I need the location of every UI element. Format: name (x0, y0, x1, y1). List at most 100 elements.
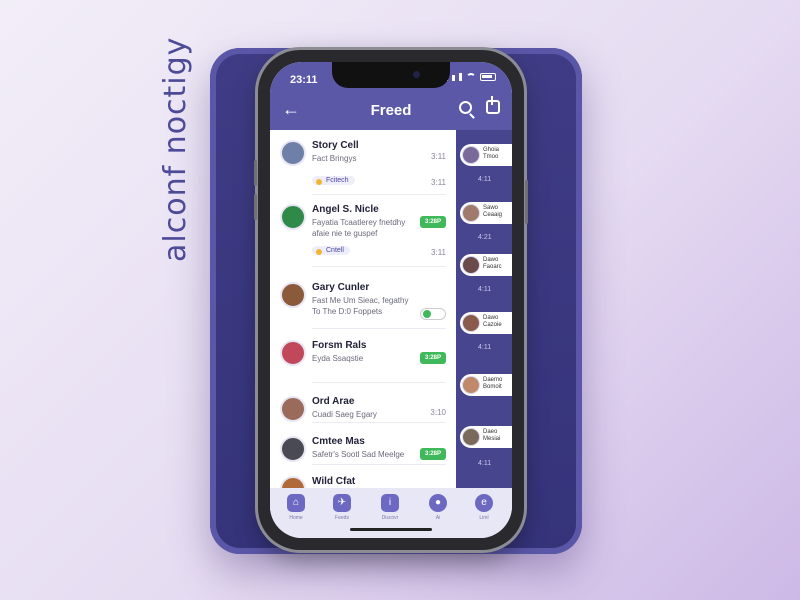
search-icon[interactable] (459, 101, 472, 114)
avatar (280, 396, 306, 422)
avatar (462, 146, 480, 164)
avatar (462, 256, 480, 274)
avatar (462, 428, 480, 446)
side-contact-card[interactable]: Daemo Bomoit (460, 374, 512, 396)
info-icon: i (381, 494, 399, 512)
status-icons (445, 73, 496, 81)
chat-name: Angel S. Nicle (312, 204, 379, 215)
toggle-switch[interactable] (420, 308, 446, 320)
side-contact-card[interactable]: Daeo Mesiai (460, 426, 512, 448)
page-title: Freed (370, 102, 412, 119)
avatar (280, 436, 306, 462)
divider (312, 382, 446, 383)
divider (312, 464, 446, 465)
status-time: 23:11 (290, 74, 318, 86)
chat-icon: ● (429, 494, 447, 512)
avatar (280, 282, 306, 308)
chat-preview: Cuadi Saeg Egary (312, 410, 377, 419)
battery-icon (480, 73, 496, 81)
chat-row[interactable]: Angel S. Nicle Fayatia Tcaatlerey fnetdh… (270, 194, 456, 250)
stand-side-text: alconf noctigy (158, 36, 193, 262)
status-badge: 3:28P (420, 216, 446, 228)
chat-preview: Fast Me Um Sieac, fegathy (312, 296, 409, 305)
side-time: 4:21 (478, 234, 492, 241)
tab-label: Ai (435, 515, 441, 521)
side-card-label: Daemo Bomoit (483, 377, 503, 390)
chat-list: Story Cell Fact Bringys 3:11 Fcitech 3:1… (270, 130, 456, 488)
tag-time: 3:11 (431, 178, 446, 187)
avatar (462, 314, 480, 332)
tag-row[interactable]: Fcitech 3:11 (312, 174, 446, 192)
chat-time: 3:10 (430, 408, 446, 417)
chat-name: Gary Cunler (312, 282, 370, 293)
avatar (280, 476, 306, 488)
side-time: 4:11 (478, 286, 492, 293)
chat-name: Story Cell (312, 140, 359, 151)
tab-feeds[interactable]: ✈ Feeds (322, 494, 362, 530)
signal-icon (452, 75, 455, 81)
side-contact-card[interactable]: Dawo Cazoie (460, 312, 512, 334)
chat-time: 3:11 (431, 152, 446, 161)
status-badge: 3:28P (420, 448, 446, 460)
wifi-icon (466, 73, 476, 81)
tag-row[interactable]: Cntell 3:11 (312, 244, 446, 262)
side-card-label: Ghoia Tmoo (483, 147, 500, 160)
phone-screen: 23:11 ← Freed Story Cell Fact Bringys 3:… (270, 62, 512, 538)
tag-time: 3:11 (431, 248, 446, 257)
side-contact-card[interactable]: Sawo Ceaaig (460, 202, 512, 224)
status-badge: 3:28P (420, 352, 446, 364)
volume-down-button (254, 194, 257, 220)
profile-icon: e (475, 494, 493, 512)
divider (312, 422, 446, 423)
volume-up-button (254, 160, 257, 186)
chat-row[interactable]: Forsm Rals Eyda Ssaqstie 3:28P (270, 330, 456, 386)
notch (332, 62, 450, 88)
tag-chip[interactable]: Cntell (312, 246, 350, 255)
chat-preview: Fayatia Tcaatlerey fnetdhy (312, 218, 406, 227)
chat-preview: Fact Bringys (312, 154, 357, 163)
tab-profile[interactable]: e Liml (464, 494, 504, 530)
tab-home[interactable]: ⌂ Home (276, 494, 316, 530)
phone-device: 23:11 ← Freed Story Cell Fact Bringys 3:… (254, 50, 528, 550)
side-card-label: Daeo Mesiai (483, 429, 501, 442)
tab-label: Home (289, 515, 303, 521)
chat-name: Forsm Rals (312, 340, 367, 351)
power-button (525, 180, 528, 224)
chat-preview-line2: afaie nie te guspef (312, 229, 378, 238)
side-time: 4:11 (478, 344, 492, 351)
chat-name: Ord Arae (312, 396, 355, 407)
signal-icon (459, 73, 462, 81)
chat-name: Cmtee Mas (312, 436, 365, 447)
tab-label: Feeds (335, 515, 349, 521)
side-card-label: Sawo Ceaaig (483, 205, 503, 218)
chat-preview: Safetr's Sootl Sad Meelge (312, 450, 405, 459)
share-icon[interactable] (486, 96, 500, 114)
tab-label: Discovr (381, 515, 399, 521)
avatar (280, 340, 306, 366)
app-bar: ← Freed (270, 92, 512, 130)
side-contact-card[interactable]: Ghoia Tmoo (460, 144, 512, 166)
side-card-label: Dawo Faoarc (483, 257, 502, 270)
avatar (280, 204, 306, 230)
chat-row[interactable]: Gary Cunler Fast Me Um Sieac, fegathy To… (270, 272, 456, 334)
chat-row[interactable]: Wild Cfat (270, 466, 456, 488)
avatar (462, 376, 480, 394)
side-card-label: Dawo Cazoie (483, 315, 502, 328)
avatar (280, 140, 306, 166)
side-contact-card[interactable]: Dawo Faoarc (460, 254, 512, 276)
divider (312, 266, 446, 267)
divider (312, 328, 446, 329)
home-indicator[interactable] (350, 528, 432, 531)
avatar (462, 204, 480, 222)
side-time: 4:11 (478, 460, 492, 467)
chat-name: Wild Cfat (312, 476, 356, 487)
side-time: 4:11 (478, 176, 492, 183)
side-panel: Ghoia Tmoo 4:11 Sawo Ceaaig 4:21 Dawo Faoar… (456, 130, 512, 488)
tag-chip[interactable]: Fcitech (312, 176, 355, 185)
tab-discover[interactable]: i Discovr (370, 494, 410, 530)
chat-preview-line2: To The D:0 Foppets (312, 307, 383, 316)
home-icon: ⌂ (287, 494, 305, 512)
tab-ai[interactable]: ● Ai (418, 494, 458, 530)
chat-preview: Eyda Ssaqstie (312, 354, 364, 363)
plane-icon: ✈ (333, 494, 351, 512)
